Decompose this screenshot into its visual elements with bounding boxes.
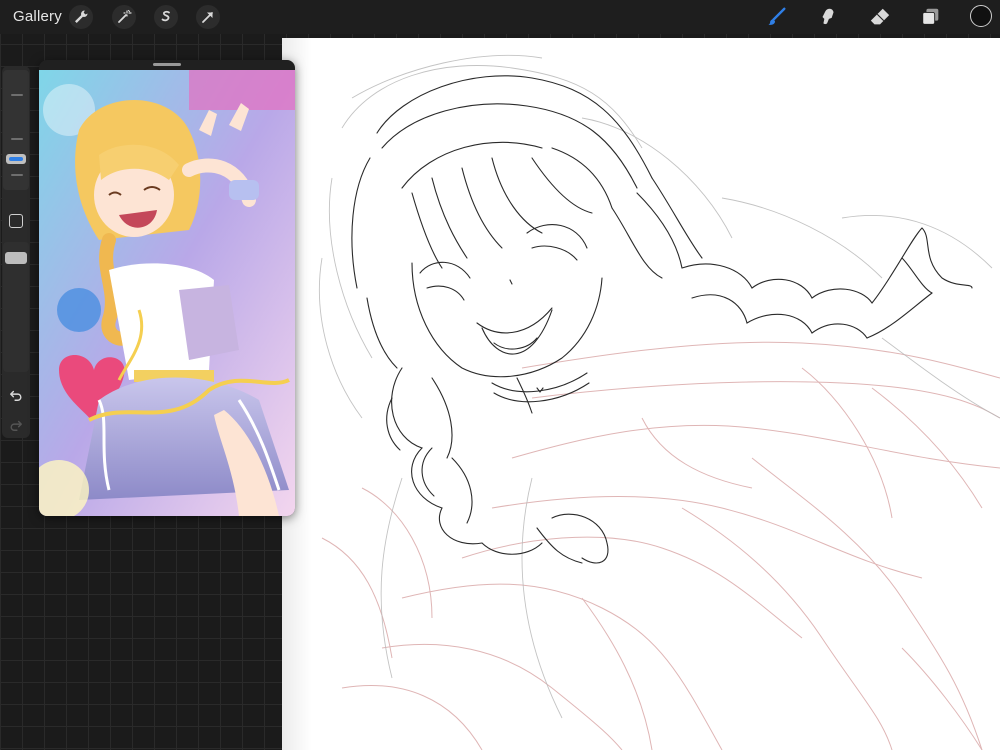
magic-wand-icon <box>118 9 132 23</box>
gallery-button[interactable]: Gallery <box>13 8 62 25</box>
sketch-layer <box>321 341 1000 750</box>
brush-icon <box>768 7 786 25</box>
slider-tick <box>11 138 23 140</box>
slider-tick <box>11 94 23 96</box>
eraser-icon <box>870 8 890 25</box>
layers-icon <box>922 8 939 25</box>
actions-button[interactable] <box>69 5 93 29</box>
slider-tick <box>11 174 23 176</box>
smudge-tool-button[interactable] <box>816 5 840 29</box>
selection-button[interactable] <box>154 5 178 29</box>
lineart-layer <box>351 75 973 564</box>
brush-tool-button[interactable] <box>765 5 789 29</box>
reference-window[interactable] <box>39 60 295 516</box>
reference-illustration <box>39 70 295 516</box>
transform-arrow-icon <box>202 12 213 23</box>
adjustments-button[interactable] <box>112 5 136 29</box>
eraser-tool-button[interactable] <box>868 5 892 29</box>
undo-button[interactable] <box>7 386 25 404</box>
redo-button[interactable] <box>7 416 25 434</box>
undo-icon <box>10 390 22 401</box>
layers-button[interactable] <box>919 5 943 29</box>
transform-button[interactable] <box>196 5 220 29</box>
opacity-handle[interactable] <box>5 252 27 264</box>
redo-icon <box>10 420 22 431</box>
drawing-canvas[interactable] <box>282 38 1000 750</box>
color-picker-button[interactable] <box>970 5 992 27</box>
brush-size-slider[interactable] <box>3 70 29 190</box>
left-sidebar <box>2 66 30 438</box>
selection-icon <box>161 10 170 22</box>
wrench-icon <box>75 10 88 23</box>
top-toolbar: Gallery <box>0 0 1000 34</box>
reference-drag-handle[interactable] <box>153 63 181 66</box>
modify-button-icon[interactable] <box>9 214 23 228</box>
smudge-icon <box>822 8 834 25</box>
canvas-artwork <box>319 54 1000 750</box>
rough-layer <box>319 54 1000 719</box>
brush-size-handle[interactable] <box>6 154 26 164</box>
procreate-app: Gallery <box>0 0 1000 750</box>
